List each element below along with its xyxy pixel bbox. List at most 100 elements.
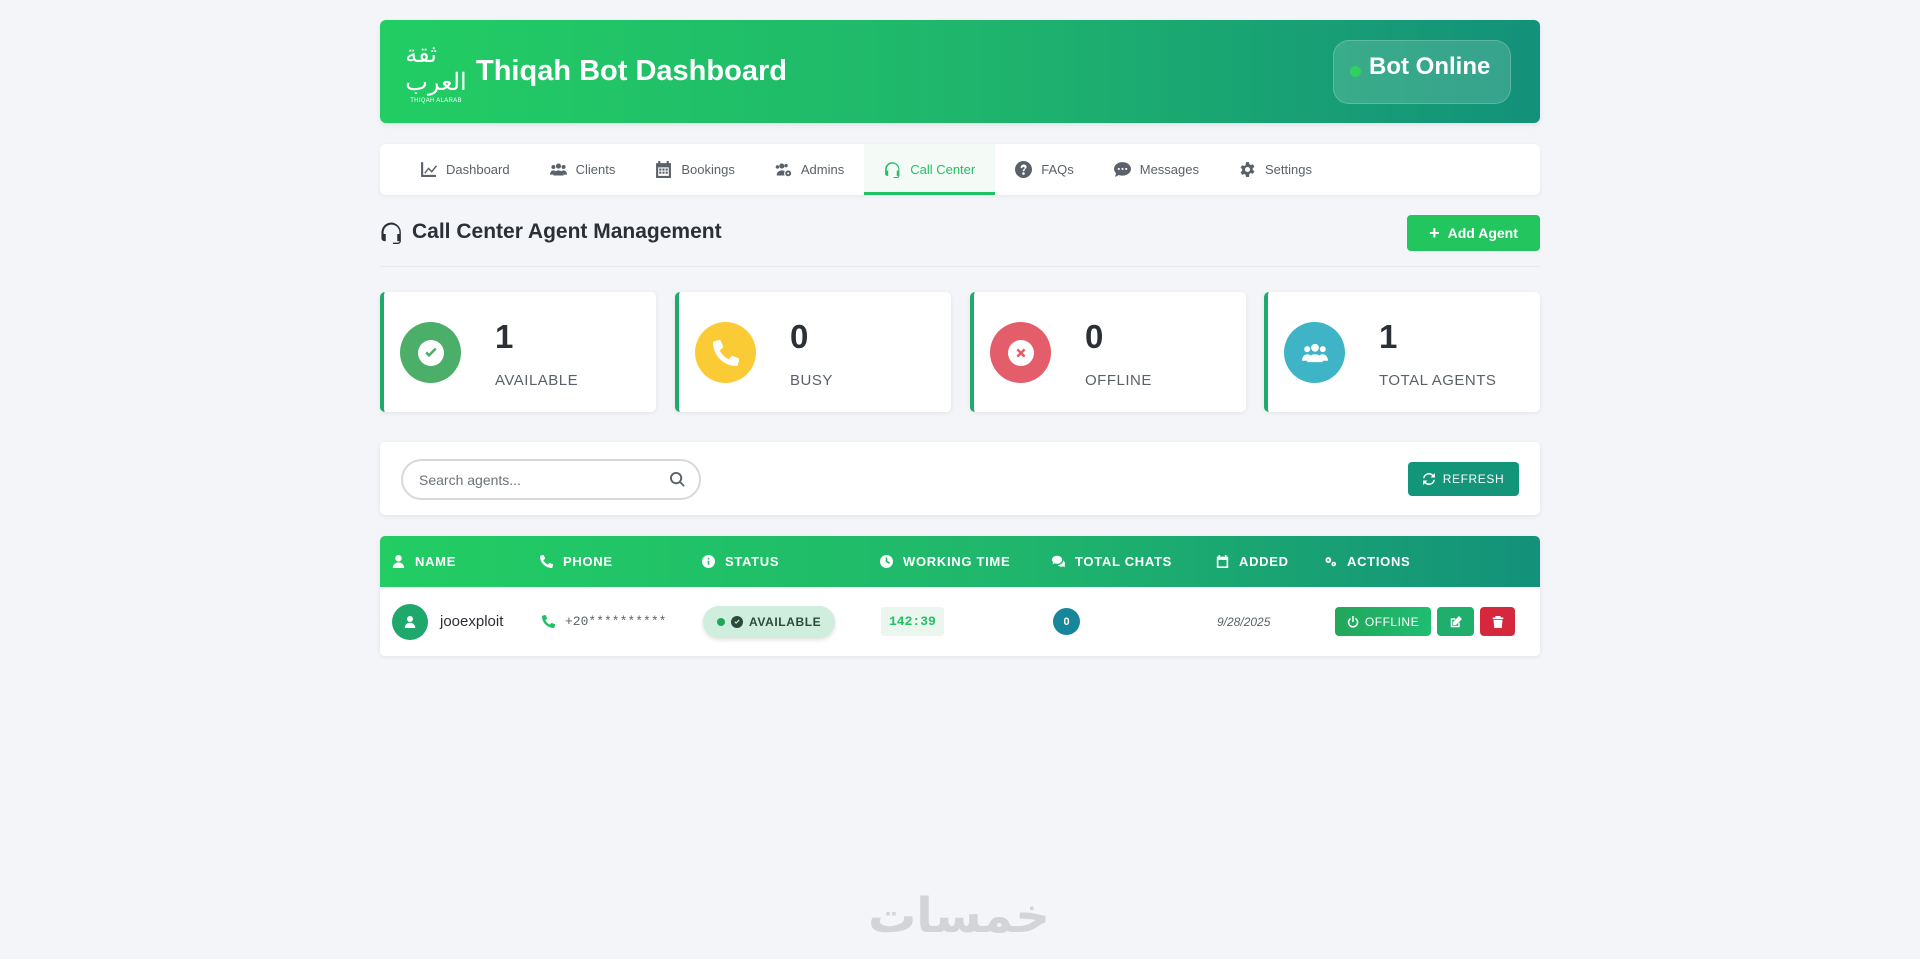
add-agent-label: Add Agent <box>1447 225 1518 241</box>
check-circle-icon <box>731 615 743 628</box>
plus-icon: + <box>1429 223 1440 243</box>
stat-card-total: 1 TOTAL AGENTS <box>1264 292 1540 412</box>
status-text: AVAILABLE <box>749 614 822 629</box>
delete-agent-button[interactable] <box>1480 607 1515 636</box>
stat-icon-circle <box>1284 322 1345 383</box>
stat-card-busy: 0 BUSY <box>675 292 951 412</box>
column-header-label: TOTAL CHATS <box>1075 554 1173 569</box>
stat-value: 0 <box>790 318 809 355</box>
user-icon <box>404 615 416 628</box>
clock-icon <box>880 555 893 568</box>
tab-label: Bookings <box>681 162 735 177</box>
comment-dots-icon <box>1113 162 1131 177</box>
stat-value: 0 <box>1085 318 1104 355</box>
calendar-icon <box>1216 555 1229 568</box>
stat-card-available: 1 AVAILABLE <box>380 292 656 412</box>
edit-agent-button[interactable] <box>1437 607 1474 636</box>
tab-label: Clients <box>575 162 616 177</box>
agent-added-cell: 9/28/2025 <box>1217 587 1270 656</box>
trash-icon <box>1492 615 1503 628</box>
users-icon <box>549 163 567 176</box>
bot-status-badge: Bot Online <box>1333 40 1511 104</box>
phone-icon <box>540 555 553 568</box>
page-title-text: Call Center Agent Management <box>412 220 722 243</box>
column-header-label: NAME <box>415 554 457 569</box>
page-title: Call Center Agent Management <box>380 220 722 244</box>
phone-icon <box>712 339 739 366</box>
tab-label: Messages <box>1139 162 1199 177</box>
power-icon <box>1347 615 1359 628</box>
table-header: NAME PHONE STATUS WORKING TIME TOTAL CHA… <box>380 536 1540 587</box>
chart-line-icon <box>421 162 437 177</box>
tab-dashboard[interactable]: Dashboard <box>400 144 530 195</box>
stat-value: 1 <box>1379 318 1398 355</box>
users-cog-icon <box>775 163 791 177</box>
user-icon <box>392 555 405 568</box>
tab-clients[interactable]: Clients <box>530 144 636 195</box>
sync-icon <box>1422 473 1435 485</box>
agent-name-cell: jooexploit <box>392 587 503 656</box>
total-chats-badge: 0 <box>1053 608 1080 635</box>
column-header-label: ACTIONS <box>1347 554 1411 569</box>
tab-label: Admins <box>800 162 845 177</box>
refresh-label: REFRESH <box>1442 472 1505 486</box>
stats-cards: 1 AVAILABLE 0 BUSY 0 OFFLINE 1 TOTAL AGE… <box>380 292 1540 412</box>
agent-phone-cell: +20********** <box>542 587 666 656</box>
agent-actions-cell: OFFLINE <box>1335 587 1515 656</box>
working-time-value: 142:39 <box>881 607 944 636</box>
search-panel: REFRESH <box>380 442 1540 515</box>
tab-label: Call Center <box>910 162 976 177</box>
set-offline-label: OFFLINE <box>1364 614 1420 629</box>
users-icon <box>1301 343 1328 362</box>
stat-card-offline: 0 OFFLINE <box>970 292 1246 412</box>
phone-icon <box>542 615 555 628</box>
stat-label: TOTAL AGENTS <box>1379 372 1497 389</box>
stat-label: BUSY <box>790 372 833 389</box>
edit-icon <box>1450 615 1462 627</box>
column-header-added[interactable]: ADDED <box>1216 536 1289 587</box>
section-header: Call Center Agent Management + Add Agent <box>380 215 1540 267</box>
added-date: 9/28/2025 <box>1217 614 1271 629</box>
table-row: jooexploit +20********** AVAILABLE 142:3… <box>380 587 1540 656</box>
add-agent-button[interactable]: + Add Agent <box>1407 215 1540 251</box>
tab-faqs[interactable]: FAQs <box>995 144 1094 195</box>
info-circle-icon <box>702 555 715 568</box>
stat-icon-circle <box>400 322 461 383</box>
column-header-phone[interactable]: PHONE <box>540 536 613 587</box>
column-header-actions[interactable]: ACTIONS <box>1324 536 1410 587</box>
agents-table: NAME PHONE STATUS WORKING TIME TOTAL CHA… <box>380 536 1540 656</box>
tab-label: FAQs <box>1041 162 1074 177</box>
agent-working-time-cell: 142:39 <box>881 587 944 656</box>
stat-icon-circle <box>695 322 756 383</box>
tab-label: Dashboard <box>446 162 510 177</box>
search-icon[interactable] <box>670 472 685 487</box>
column-header-label: ADDED <box>1239 554 1289 569</box>
main-nav-tabs: Dashboard Clients Bookings Admins Call C… <box>380 144 1540 195</box>
refresh-button[interactable]: REFRESH <box>1408 462 1519 496</box>
comments-icon <box>1052 555 1065 568</box>
tab-call-center[interactable]: Call Center <box>864 144 996 195</box>
status-dot-icon <box>1350 66 1361 77</box>
tab-settings[interactable]: Settings <box>1219 144 1332 195</box>
avatar <box>392 603 428 640</box>
stat-value: 1 <box>495 318 514 355</box>
tab-messages[interactable]: Messages <box>1094 144 1219 195</box>
column-header-label: WORKING TIME <box>903 554 1011 569</box>
tab-admins[interactable]: Admins <box>755 144 864 195</box>
stat-icon-circle <box>990 322 1051 383</box>
column-header-label: STATUS <box>725 554 780 569</box>
agent-total-chats-cell: 0 <box>1053 587 1080 656</box>
tab-bookings[interactable]: Bookings <box>635 144 754 195</box>
agent-phone: +20********** <box>565 614 667 629</box>
check-circle-icon <box>417 339 444 366</box>
column-header-status[interactable]: STATUS <box>702 536 779 587</box>
column-header-name[interactable]: NAME <box>392 536 456 587</box>
column-header-working-time[interactable]: WORKING TIME <box>880 536 1010 587</box>
search-input[interactable] <box>419 471 670 488</box>
tab-label: Settings <box>1265 162 1312 177</box>
status-dot-icon <box>717 617 725 626</box>
agent-status-cell: AVAILABLE <box>703 587 836 656</box>
column-header-total-chats[interactable]: TOTAL CHATS <box>1052 536 1172 587</box>
set-offline-button[interactable]: OFFLINE <box>1335 607 1431 636</box>
cogs-icon <box>1325 557 1337 567</box>
